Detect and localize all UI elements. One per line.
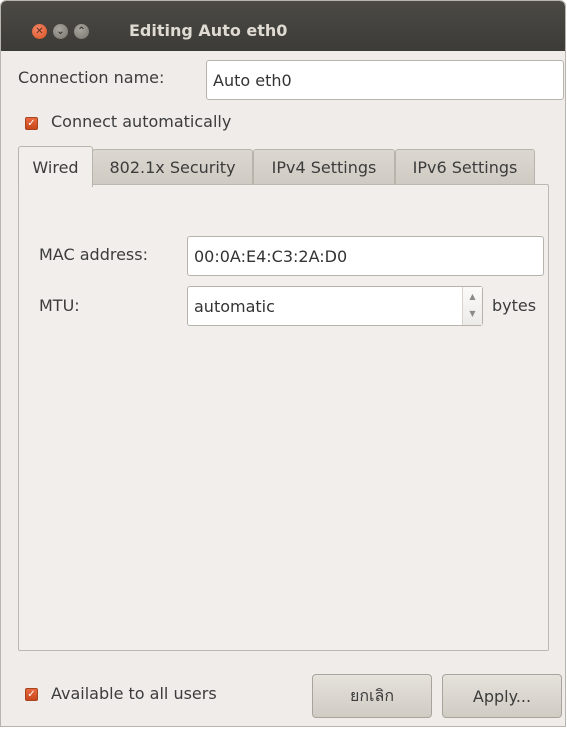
editing-connection-dialog: ✕ ⌄ ⌃ Editing Auto eth0 Connection name:… <box>0 0 566 727</box>
tab-wired-label: Wired <box>32 157 79 177</box>
available-to-all-users-checkbox[interactable]: ✓ <box>25 688 38 701</box>
minimize-window-icon[interactable]: ⌄ <box>53 24 68 39</box>
mac-address-field[interactable]: 00:0A:E4:C3:2A:D0 <box>187 236 544 276</box>
cancel-button-label: ยกเลิก <box>349 685 395 705</box>
mac-address-label: MAC address: <box>39 245 148 264</box>
tab-ipv4-settings-label: IPv4 Settings <box>271 157 377 177</box>
mtu-label: MTU: <box>39 296 80 315</box>
mtu-spinbutton[interactable]: automatic ▲ ▼ <box>187 286 483 326</box>
wired-tab-panel: MAC address: 00:0A:E4:C3:2A:D0 MTU: auto… <box>18 184 549 651</box>
title-bar[interactable]: ✕ ⌄ ⌃ Editing Auto eth0 <box>1 1 565 51</box>
window-title: Editing Auto eth0 <box>129 21 288 40</box>
apply-button-label: Apply... <box>472 686 532 706</box>
close-window-icon[interactable]: ✕ <box>32 24 47 39</box>
maximize-window-icon[interactable]: ⌃ <box>74 24 89 39</box>
tab-8021x-security-label: 802.1x Security <box>109 157 236 177</box>
tab-ipv4-settings[interactable]: IPv4 Settings <box>253 149 395 184</box>
connect-automatically-checkbox[interactable]: ✓ <box>25 117 38 130</box>
mtu-value: automatic <box>194 296 275 316</box>
tab-ipv6-settings[interactable]: IPv6 Settings <box>395 149 535 184</box>
mtu-spin-arrows[interactable]: ▲ ▼ <box>462 287 482 325</box>
mtu-unit-label: bytes <box>492 296 537 315</box>
spin-down-icon[interactable]: ▼ <box>463 306 482 325</box>
tab-wired[interactable]: Wired <box>18 146 93 187</box>
cancel-button[interactable]: ยกเลิก <box>312 674 432 718</box>
tab-8021x-security[interactable]: 802.1x Security <box>92 149 253 184</box>
apply-button[interactable]: Apply... <box>442 674 562 718</box>
connect-automatically-label[interactable]: Connect automatically <box>51 112 231 131</box>
spin-up-icon[interactable]: ▲ <box>463 287 482 306</box>
connection-name-value: Auto eth0 <box>213 70 292 90</box>
connection-name-field[interactable]: Auto eth0 <box>206 60 564 100</box>
available-to-all-users-label[interactable]: Available to all users <box>51 684 217 703</box>
mac-address-value: 00:0A:E4:C3:2A:D0 <box>194 246 348 266</box>
connection-name-label: Connection name: <box>18 68 165 87</box>
tab-ipv6-settings-label: IPv6 Settings <box>412 157 518 177</box>
